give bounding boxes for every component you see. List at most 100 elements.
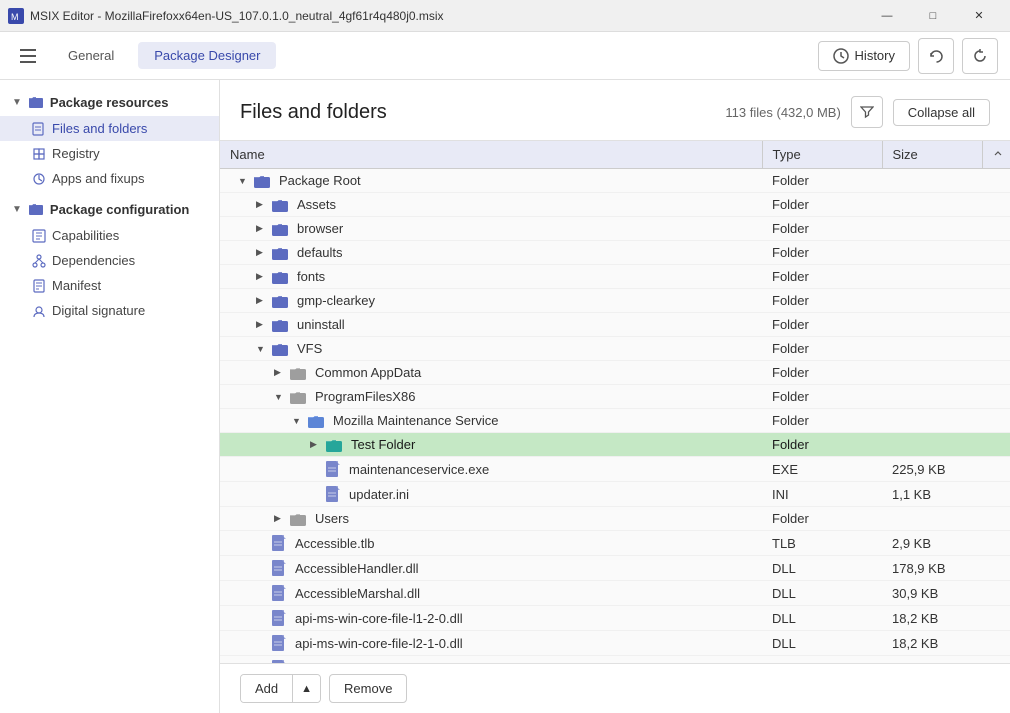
- cell-name[interactable]: ▶ browser: [220, 217, 762, 241]
- file-name: Test Folder: [351, 437, 415, 452]
- filter-icon: [860, 105, 874, 119]
- cell-name[interactable]: api-ms-win-core-localization-l1-2-0.dll: [220, 656, 762, 664]
- svg-text:M: M: [11, 12, 19, 22]
- folder-open-icon: [28, 94, 44, 110]
- sidebar-item-registry[interactable]: Registry: [0, 141, 219, 166]
- folder-icon: [272, 246, 288, 260]
- titlebar: M MSIX Editor - MozillaFirefoxx64en-US_1…: [0, 0, 1010, 32]
- table-row[interactable]: ▶ Users Folder: [220, 507, 1010, 531]
- cell-type: Folder: [762, 337, 882, 361]
- file-name: Users: [315, 511, 349, 526]
- table-row[interactable]: ▶ Common AppData Folder: [220, 361, 1010, 385]
- cell-type: DLL: [762, 581, 882, 606]
- cell-size: [882, 337, 982, 361]
- cell-name[interactable]: ▶ uninstall: [220, 313, 762, 337]
- file-table-container: Name Type Size ▼: [220, 141, 1010, 663]
- cell-name[interactable]: ▼ Mozilla Maintenance Service: [220, 409, 762, 433]
- minimize-button[interactable]: —: [864, 0, 910, 32]
- cell-size: [882, 289, 982, 313]
- dependencies-icon: [32, 254, 46, 268]
- app-icon: M: [8, 8, 24, 24]
- sidebar-section-resources-header[interactable]: ▼ Package resources: [0, 88, 219, 116]
- table-row[interactable]: ▶ defaults Folder: [220, 241, 1010, 265]
- folder-icon: [272, 222, 288, 236]
- capabilities-icon: [32, 229, 46, 243]
- sidebar-item-dependencies[interactable]: Dependencies: [0, 248, 219, 273]
- file-icon: [326, 486, 340, 502]
- table-row[interactable]: ▶ Assets Folder: [220, 193, 1010, 217]
- cell-name[interactable]: ▶ Users: [220, 507, 762, 531]
- cell-name[interactable]: ▶ gmp-clearkey: [220, 289, 762, 313]
- table-row[interactable]: api-ms-win-core-localization-l1-2-0.dll …: [220, 656, 1010, 664]
- table-row[interactable]: AccessibleMarshal.dll DLL 30,9 KB: [220, 581, 1010, 606]
- folder-icon: [272, 318, 288, 332]
- sidebar-section-config: ▼ Package configuration Capabilities: [0, 195, 219, 323]
- table-row[interactable]: api-ms-win-core-file-l2-1-0.dll DLL 18,2…: [220, 631, 1010, 656]
- table-row[interactable]: ▼ VFS Folder: [220, 337, 1010, 361]
- cell-name[interactable]: ▶ fonts: [220, 265, 762, 289]
- table-row[interactable]: ▼ Mozilla Maintenance Service Folder: [220, 409, 1010, 433]
- cell-name[interactable]: ▼ ProgramFilesX86: [220, 385, 762, 409]
- cell-name[interactable]: AccessibleMarshal.dll: [220, 581, 762, 606]
- refresh-button[interactable]: [962, 38, 998, 74]
- hamburger-icon: [20, 49, 36, 63]
- table-row[interactable]: ▶ uninstall Folder: [220, 313, 1010, 337]
- menu-button[interactable]: [12, 40, 44, 72]
- cell-size: 18,2 KB: [882, 606, 982, 631]
- cell-size: [882, 265, 982, 289]
- cell-name[interactable]: ▶ Common AppData: [220, 361, 762, 385]
- sidebar-section-config-header[interactable]: ▼ Package configuration: [0, 195, 219, 223]
- maximize-button[interactable]: □: [910, 0, 956, 32]
- sidebar-item-apps[interactable]: Apps and fixups: [0, 166, 219, 191]
- col-name: Name: [220, 141, 762, 169]
- file-name: updater.ini: [349, 487, 409, 502]
- cell-name[interactable]: ▼ VFS: [220, 337, 762, 361]
- cell-size: 30,9 KB: [882, 581, 982, 606]
- cell-action: [982, 313, 1010, 337]
- history-button[interactable]: History: [818, 41, 910, 71]
- cell-name[interactable]: api-ms-win-core-file-l1-2-0.dll: [220, 606, 762, 631]
- table-row[interactable]: api-ms-win-core-file-l1-2-0.dll DLL 18,2…: [220, 606, 1010, 631]
- sidebar-item-digital-signature[interactable]: Digital signature: [0, 298, 219, 323]
- cell-name[interactable]: maintenanceservice.exe: [220, 457, 762, 482]
- cell-action: [982, 531, 1010, 556]
- cell-name[interactable]: api-ms-win-core-file-l2-1-0.dll: [220, 631, 762, 656]
- folder-gray-icon: [290, 390, 306, 404]
- cell-name[interactable]: ▶ Test Folder: [220, 433, 762, 457]
- table-row[interactable]: ▶ Test Folder Folder: [220, 433, 1010, 457]
- table-row[interactable]: AccessibleHandler.dll DLL 178,9 KB: [220, 556, 1010, 581]
- tab-general[interactable]: General: [52, 42, 130, 69]
- cell-name[interactable]: ▼ Package Root: [220, 169, 762, 193]
- remove-button[interactable]: Remove: [329, 674, 407, 703]
- sidebar-item-capabilities[interactable]: Capabilities: [0, 223, 219, 248]
- file-name: api-ms-win-core-file-l1-2-0.dll: [295, 611, 463, 626]
- content-header: Files and folders 113 files (432,0 MB) C…: [220, 80, 1010, 141]
- sidebar-item-files[interactable]: Files and folders: [0, 116, 219, 141]
- cell-name[interactable]: AccessibleHandler.dll: [220, 556, 762, 581]
- close-button[interactable]: ✕: [956, 0, 1002, 32]
- undo-button[interactable]: [918, 38, 954, 74]
- table-row[interactable]: ▶ browser Folder: [220, 217, 1010, 241]
- tab-package-designer[interactable]: Package Designer: [138, 42, 276, 69]
- cell-name[interactable]: updater.ini: [220, 482, 762, 507]
- table-row[interactable]: ▼ ProgramFilesX86 Folder: [220, 385, 1010, 409]
- cell-name[interactable]: Accessible.tlb: [220, 531, 762, 556]
- cell-type: INI: [762, 482, 882, 507]
- sidebar-item-manifest[interactable]: Manifest: [0, 273, 219, 298]
- table-row[interactable]: updater.ini INI 1,1 KB: [220, 482, 1010, 507]
- table-row[interactable]: ▶ gmp-clearkey Folder: [220, 289, 1010, 313]
- table-row[interactable]: Accessible.tlb TLB 2,9 KB: [220, 531, 1010, 556]
- filter-button[interactable]: [851, 96, 883, 128]
- add-button[interactable]: Add: [241, 675, 293, 702]
- cell-size: [882, 361, 982, 385]
- collapse-all-button[interactable]: Collapse all: [893, 99, 990, 126]
- col-size: Size: [882, 141, 982, 169]
- table-row[interactable]: ▼ Package Root Folder: [220, 169, 1010, 193]
- cell-name[interactable]: ▶ defaults: [220, 241, 762, 265]
- add-arrow-button[interactable]: ▲: [293, 675, 320, 702]
- cell-type: DLL: [762, 606, 882, 631]
- cell-name[interactable]: ▶ Assets: [220, 193, 762, 217]
- table-row[interactable]: ▶ fonts Folder: [220, 265, 1010, 289]
- table-row[interactable]: maintenanceservice.exe EXE 225,9 KB: [220, 457, 1010, 482]
- cell-size: [882, 433, 982, 457]
